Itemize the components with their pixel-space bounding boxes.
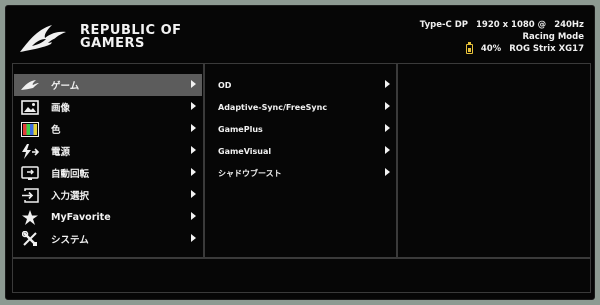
color-bars-icon (19, 121, 41, 137)
menu-item-game[interactable]: ゲーム (14, 74, 202, 96)
chevron-right-icon (191, 190, 196, 198)
sub-menu: OD Adaptive-Sync/FreeSync GamePlus GameV… (204, 63, 397, 258)
menu-label-system: システム (51, 235, 89, 246)
sub-item-gamevisual[interactable]: GameVisual (205, 140, 396, 162)
chevron-right-icon (191, 234, 196, 242)
chevron-right-icon (191, 102, 196, 110)
menu-item-auto-rotate[interactable]: 自動回転 (14, 162, 202, 184)
sub-label-shadow-boost: シャドウブースト (218, 168, 282, 178)
osd-header: REPUBLIC OF GAMERS Type-C DP 1920 x 1080… (6, 6, 594, 62)
main-menu: ゲーム 画像 色 電源 自動回転 入力選択 MyFavorite システム (12, 63, 204, 258)
power-bolt-icon (19, 143, 41, 159)
menu-label-power: 電源 (51, 147, 71, 158)
game-mode: Racing Mode (522, 32, 584, 42)
chevron-right-icon (385, 168, 390, 176)
sub-label-adaptive-sync: Adaptive-Sync/FreeSync (218, 102, 328, 112)
battery-icon (465, 42, 473, 54)
sub-label-od: OD (218, 80, 232, 90)
osd-screen: REPUBLIC OF GAMERS Type-C DP 1920 x 1080… (5, 5, 595, 300)
menu-label-myfavorite: MyFavorite (51, 211, 111, 223)
menu-item-color[interactable]: 色 (14, 118, 202, 140)
model-name: ROG Strix XG17 (509, 44, 584, 54)
auto-rotate-icon (19, 165, 41, 181)
chevron-right-icon (191, 168, 196, 176)
menu-label-image: 画像 (51, 103, 71, 114)
chevron-right-icon (191, 146, 196, 154)
menu-item-myfavorite[interactable]: MyFavorite (14, 206, 202, 228)
menu-label-game: ゲーム (51, 81, 80, 92)
brand-line-2: GAMERS (80, 36, 145, 51)
chevron-right-icon (191, 212, 196, 220)
sub-item-od[interactable]: OD (205, 74, 396, 96)
rog-eye-icon (19, 77, 41, 93)
sub-item-shadow-boost[interactable]: シャドウブースト (205, 162, 396, 184)
input-source: Type-C DP (419, 20, 468, 30)
menu-item-input-select[interactable]: 入力選択 (14, 184, 202, 206)
footer-bar (12, 258, 591, 293)
menu-item-system[interactable]: システム (14, 228, 202, 250)
menu-label-input-select: 入力選択 (51, 191, 90, 202)
battery-level: 40% (480, 44, 502, 54)
brand-name: REPUBLIC OF GAMERS (80, 24, 182, 50)
wrench-screwdriver-icon (19, 231, 41, 247)
menu-label-auto-rotate: 自動回転 (51, 169, 90, 180)
sub-item-adaptive-sync[interactable]: Adaptive-Sync/FreeSync (205, 96, 396, 118)
star-icon (19, 209, 41, 225)
refresh-rate: 240Hz (554, 20, 584, 30)
rog-logo-icon (20, 25, 66, 52)
input-select-icon (19, 187, 41, 203)
detail-panel (397, 63, 591, 258)
image-icon (19, 99, 41, 115)
chevron-right-icon (385, 124, 390, 132)
chevron-right-icon (385, 80, 390, 88)
sub-label-gameplus: GamePlus (218, 124, 263, 134)
status-info: Type-C DP 1920 x 1080 @ 240Hz Racing Mod… (420, 19, 584, 55)
chevron-right-icon (385, 146, 390, 154)
sub-item-gameplus[interactable]: GamePlus (205, 118, 396, 140)
chevron-right-icon (385, 102, 390, 110)
chevron-right-icon (191, 124, 196, 132)
chevron-right-icon (191, 80, 196, 88)
menu-item-image[interactable]: 画像 (14, 96, 202, 118)
sub-label-gamevisual: GameVisual (218, 146, 272, 156)
resolution: 1920 x 1080 @ (476, 20, 547, 30)
menu-item-power[interactable]: 電源 (14, 140, 202, 162)
menu-label-color: 色 (51, 125, 61, 136)
